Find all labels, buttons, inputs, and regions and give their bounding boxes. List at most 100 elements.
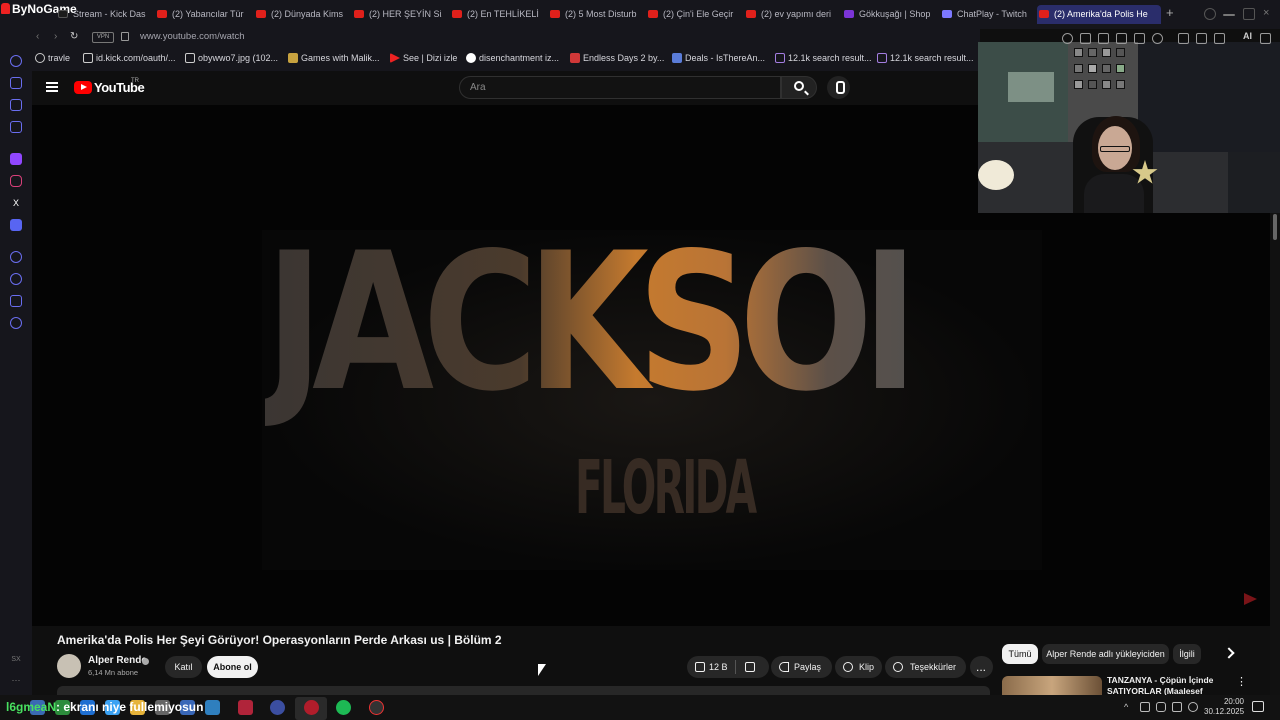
taskbar-app-icon[interactable] xyxy=(238,700,253,715)
youtube-logo-icon[interactable] xyxy=(74,81,92,94)
dislike-icon[interactable] xyxy=(745,662,755,672)
settings-icon[interactable] xyxy=(10,317,22,329)
tray-network-icon[interactable] xyxy=(1172,702,1182,712)
minimize-icon[interactable] xyxy=(1223,14,1235,16)
tab-youtube-3[interactable]: (2) HER ŞEYİN Siz xyxy=(352,5,442,24)
bookmark-search-2[interactable]: 12.1k search result... xyxy=(877,53,974,63)
related-video-thumbnail[interactable] xyxy=(1002,676,1102,695)
zoom-icon[interactable] xyxy=(1062,33,1073,44)
browser-menu-icon[interactable] xyxy=(1260,33,1271,44)
close-icon[interactable]: × xyxy=(1263,8,1275,20)
wall-photo xyxy=(1102,80,1111,89)
wallet-icon[interactable] xyxy=(1196,33,1207,44)
tab-shop[interactable]: Gökkuşağı | Shop xyxy=(842,5,932,24)
more-actions-button[interactable]: ... xyxy=(970,656,993,678)
search-tabs-icon[interactable] xyxy=(1204,8,1216,20)
sx-icon[interactable]: SX xyxy=(10,654,22,666)
maximize-icon[interactable] xyxy=(1243,8,1255,20)
chip-related[interactable]: İlgili xyxy=(1173,644,1201,664)
url-field[interactable]: www.youtube.com/watch xyxy=(140,31,245,42)
tab-kick[interactable]: Stream - Kick Das xyxy=(56,5,146,24)
bookmark-endless-days[interactable]: Endless Days 2 by... xyxy=(570,53,664,63)
bookmark-travle[interactable]: travle xyxy=(35,53,70,63)
screenshot-icon[interactable] xyxy=(1098,33,1109,44)
extensions-icon[interactable] xyxy=(1178,33,1189,44)
taskbar-clock[interactable]: 20:00 30.12.2025 xyxy=(1204,697,1244,717)
player-control-icon[interactable] xyxy=(1134,33,1145,44)
join-button[interactable]: Katıl xyxy=(165,656,202,678)
bookmark-image[interactable]: obywwo7.jpg (102... xyxy=(185,53,278,63)
heart-icon[interactable] xyxy=(1152,33,1163,44)
related-video-title[interactable]: TANZANYA - Çöpün İçinde SATIYORLAR (Maal… xyxy=(1107,675,1232,695)
bookmark-search-1[interactable]: 12.1k search result... xyxy=(775,53,872,63)
bookmark-disenchantment[interactable]: disenchantment iz... xyxy=(466,53,559,63)
channel-avatar[interactable] xyxy=(57,654,81,678)
share-button[interactable]: Paylaş xyxy=(771,656,832,678)
tab-active-youtube[interactable]: (2) Amerika'da Polis He xyxy=(1037,5,1161,24)
tab-youtube-7[interactable]: (2) ev yapımı deri xyxy=(744,5,834,24)
messenger-icon[interactable] xyxy=(10,99,22,111)
discord-icon[interactable] xyxy=(10,219,22,231)
instagram-icon[interactable] xyxy=(10,175,22,187)
browser-sidebar: X SX ⋯ xyxy=(0,47,32,695)
tab-chatplay[interactable]: ChatPlay - Twitch xyxy=(940,5,1030,24)
tab-youtube-2[interactable]: (2) Dünyada Kims xyxy=(254,5,344,24)
bookmark-dizi[interactable]: See | Dizi izle xyxy=(390,53,457,63)
like-count[interactable]: 12 B xyxy=(709,656,728,678)
tab-youtube-5[interactable]: (2) 5 Most Disturb xyxy=(548,5,638,24)
search-input[interactable]: Ara xyxy=(459,76,781,99)
back-icon[interactable]: ‹ xyxy=(36,31,48,45)
webcam-overlay xyxy=(978,42,1280,213)
download-icon[interactable] xyxy=(1214,33,1225,44)
voice-search-icon[interactable] xyxy=(827,76,850,99)
vpn-badge[interactable]: VPN xyxy=(92,32,114,43)
bag-icon[interactable] xyxy=(10,77,22,89)
reload-icon[interactable]: ↻ xyxy=(70,31,82,45)
twitch-icon[interactable] xyxy=(10,153,22,165)
chip-uploader[interactable]: Alper Rende adlı yükleyiciden xyxy=(1042,644,1169,664)
related-more-icon[interactable]: ⋮ xyxy=(1236,675,1247,688)
channel-name[interactable]: Alper Rende xyxy=(88,655,147,666)
clip-button[interactable]: Klip xyxy=(835,656,882,678)
subscribe-button[interactable]: Abone ol xyxy=(207,656,258,678)
taskbar-app-icon[interactable] xyxy=(270,700,285,715)
bookmark-games[interactable]: Games with Malik... xyxy=(288,53,380,63)
page-scrollbar[interactable] xyxy=(1270,212,1280,695)
chip-all[interactable]: Tümü xyxy=(1002,644,1038,664)
chat-icon[interactable] xyxy=(10,295,22,307)
tab-youtube-6[interactable]: (2) Çin'i Ele Geçir xyxy=(646,5,736,24)
tray-mic-icon[interactable] xyxy=(1156,702,1166,712)
shield-icon[interactable] xyxy=(1116,33,1127,44)
x-icon[interactable]: X xyxy=(10,197,22,209)
m-icon[interactable] xyxy=(10,121,22,133)
player-icon[interactable] xyxy=(10,251,22,263)
notification-icon[interactable] xyxy=(1252,701,1264,712)
aria-icon[interactable] xyxy=(10,55,22,67)
tray-overflow-icon[interactable]: ^ xyxy=(1124,702,1134,712)
bookmark-deals[interactable]: Deals - IsThereAn... xyxy=(672,53,765,63)
chevron-right-icon[interactable] xyxy=(1223,647,1235,659)
obs-icon[interactable] xyxy=(369,700,384,715)
tray-device-icon[interactable] xyxy=(1140,702,1150,712)
tab-youtube-1[interactable]: (2) Yabancılar Tür xyxy=(155,5,245,24)
pin-icon[interactable] xyxy=(1080,33,1091,44)
scrollbar-thumb[interactable] xyxy=(1273,214,1277,240)
opera-icon[interactable] xyxy=(304,700,319,715)
description-box[interactable] xyxy=(57,686,990,695)
more-options-icon[interactable]: ⋯ xyxy=(10,674,22,686)
search-button[interactable] xyxy=(781,76,817,99)
spotify-icon[interactable] xyxy=(336,700,351,715)
like-icon[interactable] xyxy=(695,662,705,672)
menu-icon[interactable] xyxy=(46,82,58,92)
taskbar-app-icon[interactable] xyxy=(205,700,220,715)
tab-youtube-4[interactable]: (2) En TEHLİKELİ xyxy=(450,5,540,24)
thanks-button[interactable]: Teşekkürler xyxy=(885,656,966,678)
bookmark-kick-oauth[interactable]: id.kick.com/oauth/... xyxy=(83,53,176,63)
ai-icon[interactable]: AI xyxy=(1243,31,1252,41)
history-icon[interactable] xyxy=(10,273,22,285)
tray-volume-icon[interactable] xyxy=(1188,702,1198,712)
forward-icon[interactable]: › xyxy=(54,31,66,45)
new-tab-icon[interactable]: + xyxy=(1166,5,1178,21)
youtube-icon xyxy=(157,10,167,18)
lock-icon[interactable] xyxy=(121,32,129,41)
